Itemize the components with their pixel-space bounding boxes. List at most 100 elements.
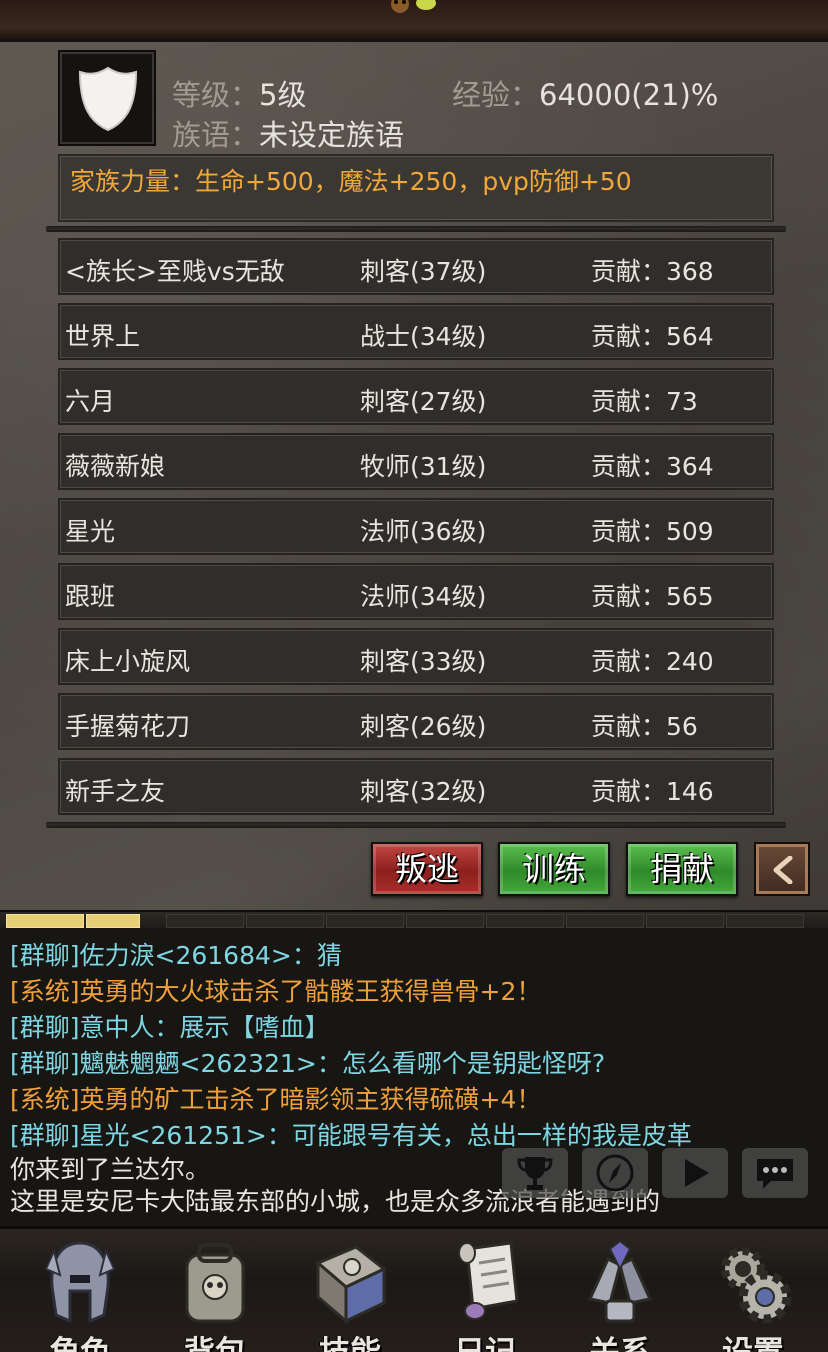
top-bar — [0, 0, 828, 42]
guild-power-text: 家族力量：生命+500，魔法+250，pvp防御+50 — [70, 167, 632, 196]
member-name: 世界上 — [65, 322, 141, 351]
motto-label: 族语： — [172, 118, 260, 152]
gear-icon — [721, 1247, 792, 1324]
member-contribution: 贡献：364 — [591, 452, 714, 481]
member-class: 刺客(26级) — [360, 712, 487, 741]
motto-value: 未设定族语 — [259, 118, 405, 152]
back-button[interactable] — [754, 842, 810, 896]
chat-tab[interactable] — [6, 914, 84, 928]
member-row[interactable]: 新手之友 刺客(32级) 贡献：146 — [58, 758, 774, 815]
chat-tab[interactable] — [726, 914, 804, 928]
chevron-left-icon — [773, 856, 793, 884]
helmet-icon — [44, 1241, 116, 1324]
member-name: 薇薇新娘 — [65, 452, 166, 481]
donate-button[interactable]: 捐献 — [626, 842, 738, 896]
member-class: 刺客(32级) — [360, 777, 487, 806]
more-icon — [757, 1159, 793, 1189]
nav-settings[interactable]: 设置 — [693, 1235, 813, 1352]
chat-tab-bar — [0, 910, 828, 928]
chat-tab[interactable] — [86, 914, 140, 928]
nav-relation[interactable]: 关系 — [560, 1235, 680, 1352]
member-class: 法师(34级) — [360, 582, 487, 611]
chat-tab[interactable] — [646, 914, 724, 928]
chat-tab[interactable] — [486, 914, 564, 928]
nav-label: 角色 — [20, 1327, 140, 1352]
more-button[interactable] — [742, 1148, 808, 1198]
trophy-button[interactable] — [502, 1148, 568, 1198]
compass-icon — [596, 1154, 634, 1192]
member-row[interactable]: 床上小旋风 刺客(33级) 贡献：240 — [58, 628, 774, 685]
member-name: <族长>至贱vs无敌 — [65, 257, 285, 286]
member-name: 六月 — [65, 387, 116, 416]
nav-diary[interactable]: 日记 — [425, 1235, 545, 1352]
member-row[interactable]: 星光 法师(36级) 贡献：509 — [58, 498, 774, 555]
member-contribution: 贡献：146 — [591, 777, 714, 806]
member-class: 战士(34级) — [360, 322, 487, 351]
compass-button[interactable] — [582, 1148, 648, 1198]
shield-icon — [78, 66, 138, 132]
nav-label: 日记 — [425, 1327, 545, 1352]
gauntlet-icon — [587, 1239, 653, 1323]
level-value: 5级 — [259, 78, 307, 112]
nav-bag[interactable]: 背包 — [155, 1235, 275, 1352]
nav-role[interactable]: 角色 — [20, 1235, 140, 1352]
chat-line: [群聊]佐力淚<261684>：猜 — [10, 941, 342, 970]
member-list: <族长>至贱vs无敌 刺客(37级) 贡献：368 世界上 战士(34级) 贡献… — [58, 238, 774, 823]
trophy-icon — [517, 1157, 553, 1190]
chat-line: [系统]英勇的矿工击杀了暗影领主获得硫磺+4！ — [10, 1085, 542, 1114]
exp-value: 64000(21)% — [539, 78, 719, 112]
divider — [46, 822, 786, 828]
member-row[interactable]: 手握菊花刀 刺客(26级) 贡献：56 — [58, 693, 774, 750]
guild-power-box: 家族力量：生命+500，魔法+250，pvp防御+50 — [58, 154, 774, 222]
level-label: 等级： — [172, 78, 260, 112]
nav-label: 技能 — [290, 1327, 410, 1352]
nav-label: 关系 — [560, 1327, 680, 1352]
guild-exp: 经验：64000(21)% — [452, 72, 718, 114]
member-row[interactable]: 薇薇新娘 牧师(31级) 贡献：364 — [58, 433, 774, 490]
backpack-icon — [185, 1243, 245, 1323]
member-name: 手握菊花刀 — [65, 712, 191, 741]
divider — [46, 226, 786, 232]
bottom-nav: 角色 背包 技能 日记 — [0, 1226, 828, 1352]
top-ornament-icon — [391, 0, 436, 13]
member-row[interactable]: 跟班 法师(34级) 贡献：565 — [58, 563, 774, 620]
nav-skill[interactable]: 技能 — [290, 1235, 410, 1352]
nav-label: 背包 — [155, 1327, 275, 1352]
member-class: 法师(36级) — [360, 517, 487, 546]
chat-tab[interactable] — [246, 914, 324, 928]
guild-emblem[interactable] — [58, 50, 156, 146]
defect-button[interactable]: 叛逃 — [371, 842, 483, 896]
member-class: 刺客(37级) — [360, 257, 487, 286]
skill-book-icon — [315, 1245, 387, 1325]
chat-tab[interactable] — [166, 914, 244, 928]
member-class: 牧师(31级) — [360, 452, 487, 481]
member-contribution: 贡献：564 — [591, 322, 714, 351]
member-name: 跟班 — [65, 582, 116, 611]
member-contribution: 贡献：73 — [591, 387, 698, 416]
play-button[interactable] — [662, 1148, 728, 1198]
chat-tab[interactable] — [566, 914, 644, 928]
guild-motto: 族语：未设定族语 — [172, 112, 404, 154]
play-icon — [685, 1159, 709, 1187]
guild-level: 等级：5级 — [172, 72, 306, 114]
member-class: 刺客(33级) — [360, 647, 487, 676]
scroll-icon — [458, 1241, 519, 1320]
member-contribution: 贡献：368 — [591, 257, 714, 286]
member-name: 星光 — [65, 517, 116, 546]
member-row[interactable]: <族长>至贱vs无敌 刺客(37级) 贡献：368 — [58, 238, 774, 295]
chat-line: [系统]英勇的大火球击杀了骷髅王获得兽骨+2！ — [10, 977, 542, 1006]
member-row[interactable]: 六月 刺客(27级) 贡献：73 — [58, 368, 774, 425]
member-contribution: 贡献：509 — [591, 517, 714, 546]
member-row[interactable]: 世界上 战士(34级) 贡献：564 — [58, 303, 774, 360]
chat-tab[interactable] — [406, 914, 484, 928]
chat-line: [群聊]魑魅魍魉<262321>：怎么看哪个是钥匙怪呀? — [10, 1049, 606, 1078]
nav-label: 设置 — [693, 1327, 813, 1352]
train-button[interactable]: 训练 — [498, 842, 610, 896]
member-contribution: 贡献：565 — [591, 582, 714, 611]
member-class: 刺客(27级) — [360, 387, 487, 416]
chat-tab[interactable] — [326, 914, 404, 928]
member-contribution: 贡献：56 — [591, 712, 698, 741]
member-contribution: 贡献：240 — [591, 647, 714, 676]
exp-label: 经验： — [452, 78, 540, 112]
chat-line: [群聊]意中人：展示【嗜血】 — [10, 1013, 330, 1042]
